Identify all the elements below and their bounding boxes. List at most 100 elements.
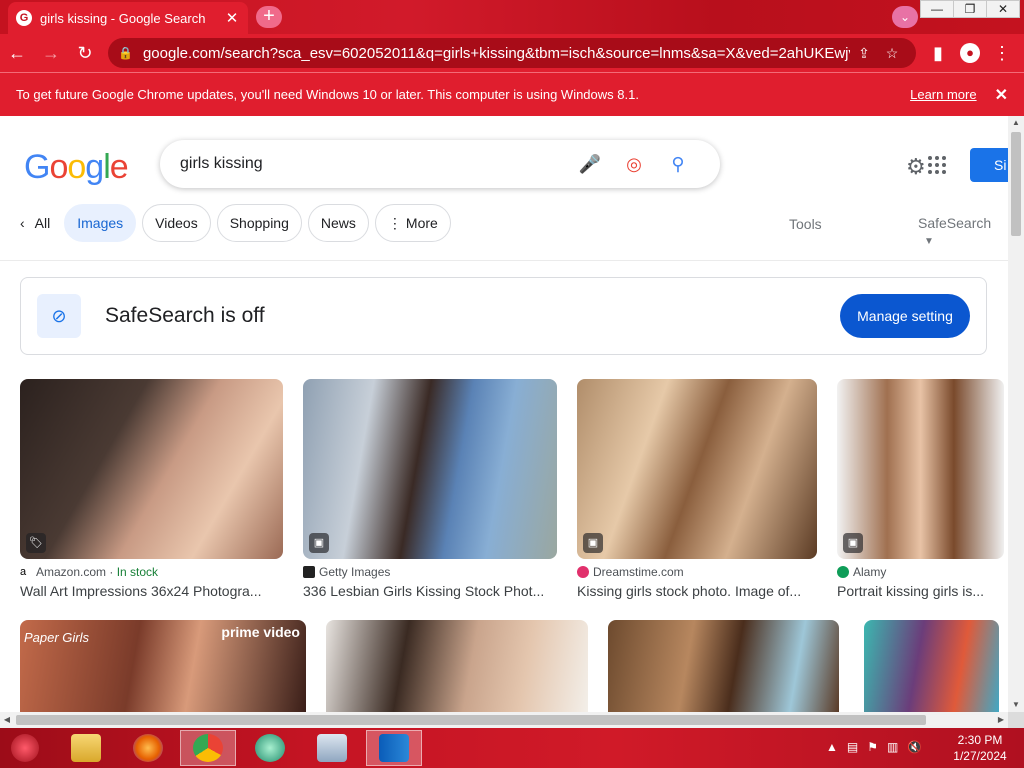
- tab-search-button[interactable]: ⌄: [892, 6, 918, 28]
- taskbar-firefox[interactable]: [120, 730, 176, 766]
- action-center-flag-icon[interactable]: ⚑: [867, 740, 878, 754]
- google-logo[interactable]: Google: [24, 148, 129, 187]
- share-icon[interactable]: ⇪: [850, 45, 878, 62]
- google-favicon-icon: G: [16, 10, 32, 26]
- show-hidden-icons-icon[interactable]: ▲: [826, 740, 838, 754]
- scroll-up-icon[interactable]: ▲: [1008, 116, 1024, 130]
- taskbar-app-globe[interactable]: [242, 730, 298, 766]
- stock-status: In stock: [116, 565, 159, 579]
- infobar-close-icon[interactable]: ✕: [995, 85, 1008, 105]
- firefox-icon: [133, 734, 163, 762]
- taskbar-file-explorer[interactable]: [58, 730, 114, 766]
- vertical-scrollbar[interactable]: ▲ ▼: [1008, 116, 1024, 712]
- network-icon[interactable]: ▥: [887, 740, 898, 754]
- manage-setting-button[interactable]: Manage setting: [840, 294, 970, 338]
- lens-camera-icon[interactable]: ◎: [612, 154, 656, 175]
- alamy-favicon-icon: [837, 566, 849, 578]
- scroll-right-icon[interactable]: ▶: [994, 712, 1008, 728]
- safesearch-menu-label: SafeSearch: [918, 215, 992, 231]
- search-input[interactable]: girls kissing: [180, 155, 568, 173]
- image-thumbnail[interactable]: [608, 620, 839, 712]
- image-result[interactable]: 🏷 a Amazon.com · In stock Wall Art Impre…: [20, 379, 283, 599]
- image-result[interactable]: ▣ Dreamstime.com Kissing girls stock pho…: [577, 379, 817, 599]
- menu-kebab-icon[interactable]: ⋮: [986, 38, 1018, 68]
- horizontal-scroll-thumb[interactable]: [16, 715, 926, 725]
- product-tag-icon: 🏷: [26, 533, 46, 553]
- tab-shopping[interactable]: Shopping: [216, 204, 302, 242]
- tab-news[interactable]: News: [307, 204, 369, 242]
- tab-all[interactable]: ‹ All: [20, 204, 58, 242]
- image-result[interactable]: ▣ Getty Images 336 Lesbian Girls Kissing…: [303, 379, 557, 599]
- getty-favicon-icon: [303, 566, 315, 578]
- image-thumbnail[interactable]: Paper Girls prime video: [20, 620, 306, 712]
- lock-icon[interactable]: 🔒: [118, 46, 133, 60]
- horizontal-scrollbar[interactable]: ◀ ▶: [0, 712, 1008, 728]
- url-text[interactable]: google.com/search?sca_esv=602052011&q=gi…: [143, 45, 850, 62]
- side-panel-icon[interactable]: ▮: [922, 38, 954, 68]
- tab-close-icon[interactable]: ✕: [224, 9, 240, 27]
- search-filters: ‹ All Images Videos Shopping News ⋮ More: [20, 204, 457, 242]
- address-bar[interactable]: 🔒 google.com/search?sca_esv=602052011&q=…: [108, 38, 916, 68]
- image-result[interactable]: ▣ Alamy Portrait kissing girls is...: [837, 379, 1004, 599]
- taskbar-clock[interactable]: 2:30 PM 1/27/2024: [944, 732, 1016, 764]
- clock-date: 1/27/2024: [953, 749, 1007, 763]
- image-thumbnail[interactable]: ▣: [837, 379, 1004, 559]
- bookmark-star-icon[interactable]: ☆: [878, 45, 906, 62]
- tab-images[interactable]: Images: [64, 204, 137, 242]
- result-caption[interactable]: Portrait kissing girls is...: [837, 583, 1004, 599]
- safesearch-card: ⊘ SafeSearch is off Manage setting: [20, 277, 987, 355]
- safesearch-menu[interactable]: SafeSearch ▼: [918, 215, 1008, 247]
- apps-grid-icon[interactable]: [928, 156, 946, 174]
- image-type-icon: ▣: [583, 533, 603, 553]
- minimize-button[interactable]: —: [920, 0, 954, 18]
- image-type-icon: ▣: [309, 533, 329, 553]
- browser-tab[interactable]: G girls kissing - Google Search ✕: [8, 2, 248, 34]
- forward-arrow-icon[interactable]: →: [34, 36, 68, 70]
- image-thumbnail[interactable]: [326, 620, 588, 712]
- close-window-button[interactable]: ✕: [986, 0, 1020, 18]
- devices-icon[interactable]: ▤: [847, 740, 858, 754]
- image-thumbnail[interactable]: 🏷: [20, 379, 283, 559]
- thumbnail-text: Paper Girls: [24, 630, 90, 645]
- folder-icon: [71, 734, 101, 762]
- tools-button[interactable]: Tools: [789, 216, 822, 232]
- taskbar-chrome[interactable]: [180, 730, 236, 766]
- image-thumbnail[interactable]: ▣: [303, 379, 557, 559]
- tab-videos[interactable]: Videos: [142, 204, 211, 242]
- new-tab-button[interactable]: +: [256, 6, 282, 28]
- taskbar-outlook[interactable]: [366, 730, 422, 766]
- search-box[interactable]: girls kissing 🎤 ◎ ⚲: [160, 140, 720, 188]
- start-ornament-icon: [11, 734, 39, 762]
- result-source: Getty Images: [319, 565, 391, 579]
- start-button[interactable]: [0, 730, 50, 766]
- image-thumbnail[interactable]: ▣: [577, 379, 817, 559]
- scroll-left-icon[interactable]: ◀: [0, 712, 14, 728]
- sign-in-button[interactable]: Si: [970, 148, 1008, 182]
- profile-button[interactable]: ●: [954, 38, 986, 68]
- result-caption[interactable]: 336 Lesbian Girls Kissing Stock Phot...: [303, 583, 557, 599]
- result-caption[interactable]: Kissing girls stock photo. Image of...: [577, 583, 817, 599]
- taskbar-app-monitor[interactable]: [304, 730, 360, 766]
- learn-more-link[interactable]: Learn more: [910, 87, 976, 102]
- tab-more-label: More: [405, 215, 438, 231]
- volume-muted-icon[interactable]: 🔇: [907, 740, 922, 754]
- microphone-icon[interactable]: 🎤: [568, 154, 612, 175]
- search-icon[interactable]: ⚲: [656, 154, 700, 175]
- scroll-down-icon[interactable]: ▼: [1008, 698, 1024, 712]
- image-thumbnail[interactable]: [864, 620, 999, 712]
- outlook-icon: [379, 734, 409, 762]
- more-dots-icon: ⋮: [387, 214, 402, 231]
- monitor-icon: [317, 734, 347, 762]
- restore-button[interactable]: ❐: [953, 0, 987, 18]
- page-content: Google girls kissing 🎤 ◎ ⚲ ⚙ Si ‹ All Im…: [0, 116, 1008, 712]
- infobar-message: To get future Google Chrome updates, you…: [16, 87, 639, 102]
- tab-more[interactable]: ⋮ More: [374, 204, 451, 242]
- system-tray: ▲ ▤ ⚑ ▥ 🔇: [826, 740, 931, 754]
- reload-icon[interactable]: ↻: [68, 36, 102, 70]
- result-caption[interactable]: Wall Art Impressions 36x24 Photogra...: [20, 583, 283, 599]
- amazon-favicon-icon: a: [20, 566, 32, 578]
- vertical-scroll-thumb[interactable]: [1011, 132, 1021, 236]
- back-arrow-icon[interactable]: ←: [0, 36, 34, 70]
- gear-icon[interactable]: ⚙: [906, 154, 926, 180]
- window-controls: — ❐ ✕: [920, 0, 1020, 18]
